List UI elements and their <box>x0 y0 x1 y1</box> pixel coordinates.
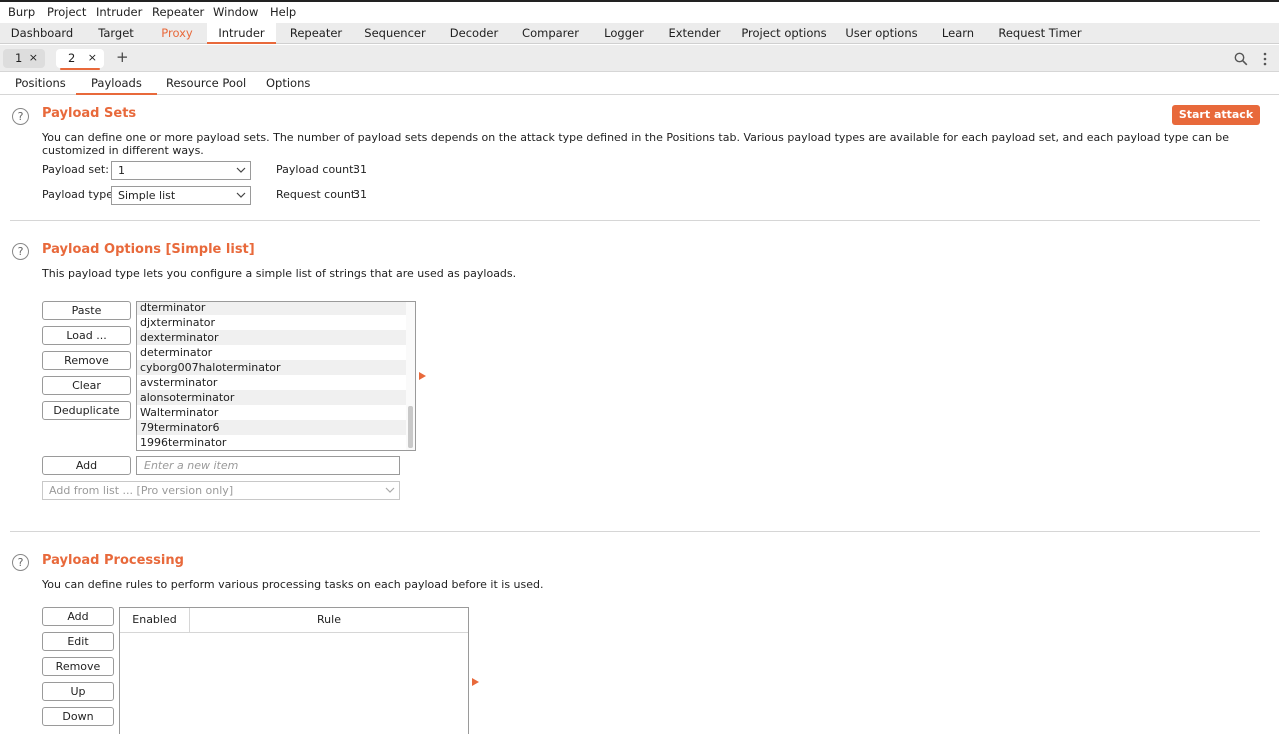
chevron-down-icon <box>236 192 246 198</box>
intruder-section-tabs: Positions Payloads Resource Pool Options <box>0 72 1279 95</box>
request-count-label: Request count: <box>276 188 359 201</box>
down-rule-button[interactable]: Down <box>42 707 114 726</box>
paste-button[interactable]: Paste <box>42 301 131 320</box>
column-header-enabled[interactable]: Enabled <box>120 608 190 633</box>
tab-comparer[interactable]: Comparer <box>520 23 581 44</box>
list-item[interactable]: 1996terminator <box>137 435 406 450</box>
chevron-down-icon <box>385 487 395 493</box>
attack-tab-label: 2 <box>68 51 76 65</box>
tab-dashboard[interactable]: Dashboard <box>4 23 80 44</box>
intruder-attack-tabs: 1 × 2 × + <box>0 45 1279 72</box>
main-tabs: Dashboard Target Proxy Intruder Repeater… <box>0 23 1279 45</box>
menu-project[interactable]: Project <box>47 5 86 19</box>
column-header-rule[interactable]: Rule <box>190 608 468 633</box>
tab-project-options[interactable]: Project options <box>741 23 827 44</box>
tab-resource-pool[interactable]: Resource Pool <box>166 76 246 90</box>
payload-list[interactable]: dterminator djxterminator dexterminator … <box>136 301 416 451</box>
menu-window[interactable]: Window <box>213 5 258 19</box>
list-item[interactable]: dterminator <box>137 302 406 315</box>
list-item[interactable]: dexterminator <box>137 330 406 345</box>
add-item-button[interactable]: Add <box>42 456 131 475</box>
list-item[interactable]: alonsoterminator <box>137 390 406 405</box>
tab-positions[interactable]: Positions <box>15 76 66 90</box>
up-rule-button[interactable]: Up <box>42 682 114 701</box>
payload-options-title: Payload Options [Simple list] <box>42 242 255 257</box>
payload-type-select[interactable]: Simple list <box>111 186 251 205</box>
tab-target[interactable]: Target <box>92 23 140 44</box>
payload-type-label: Payload type: <box>42 188 117 201</box>
list-item[interactable]: 79terminator6 <box>137 420 406 435</box>
help-icon[interactable]: ? <box>12 108 29 125</box>
arrow-right-icon <box>419 372 426 380</box>
scrollbar-thumb[interactable] <box>408 406 413 448</box>
menu-intruder[interactable]: Intruder <box>96 5 142 19</box>
payload-type-value: Simple list <box>118 189 176 202</box>
payload-sets-title: Payload Sets <box>42 106 137 121</box>
remove-rule-button[interactable]: Remove <box>42 657 114 676</box>
search-icon[interactable] <box>1234 52 1248 66</box>
more-icon[interactable] <box>1262 52 1268 66</box>
tab-learn[interactable]: Learn <box>937 23 979 44</box>
close-icon[interactable]: × <box>88 49 97 67</box>
attack-tab-1[interactable]: 1 × <box>3 49 45 68</box>
attack-tab-label: 1 <box>15 51 23 65</box>
active-tab-indicator <box>60 68 100 70</box>
clear-button[interactable]: Clear <box>42 376 131 395</box>
tab-repeater[interactable]: Repeater <box>286 23 346 44</box>
new-item-input[interactable]: Enter a new item <box>136 456 400 475</box>
tab-decoder[interactable]: Decoder <box>447 23 501 44</box>
menu-repeater[interactable]: Repeater <box>152 5 204 19</box>
tab-intruder[interactable]: Intruder <box>207 23 276 45</box>
divider <box>10 220 1260 221</box>
tab-payloads[interactable]: Payloads <box>76 76 157 95</box>
load-button[interactable]: Load ... <box>42 326 131 345</box>
list-item[interactable]: cyborg007haloterminator <box>137 360 406 375</box>
tab-proxy[interactable]: Proxy <box>155 23 199 44</box>
payload-count-label: Payload count: <box>276 163 358 176</box>
arrow-right-icon <box>472 678 479 686</box>
help-icon[interactable]: ? <box>12 554 29 571</box>
add-tab-icon[interactable]: + <box>116 48 129 66</box>
start-attack-button[interactable]: Start attack <box>1172 105 1260 125</box>
tab-request-timer[interactable]: Request Timer <box>998 23 1082 44</box>
payload-processing-title: Payload Processing <box>42 553 184 568</box>
payload-set-select[interactable]: 1 <box>111 161 251 180</box>
close-icon[interactable]: × <box>29 49 38 67</box>
tab-extender[interactable]: Extender <box>667 23 722 44</box>
add-from-list-select[interactable]: Add from list ... [Pro version only] <box>42 481 400 500</box>
payload-count-value: 31 <box>353 163 367 176</box>
menu-bar: Burp Project Intruder Repeater Window He… <box>0 0 1279 23</box>
menu-help[interactable]: Help <box>270 5 296 19</box>
edit-rule-button[interactable]: Edit <box>42 632 114 651</box>
add-rule-button[interactable]: Add <box>42 607 114 626</box>
tab-logger[interactable]: Logger <box>600 23 648 44</box>
list-item[interactable]: determinator <box>137 345 406 360</box>
request-count-value: 31 <box>353 188 367 201</box>
payload-options-description: This payload type lets you configure a s… <box>42 267 517 280</box>
payload-sets-description: You can define one or more payload sets.… <box>42 131 1230 157</box>
remove-button[interactable]: Remove <box>42 351 131 370</box>
attack-tab-2[interactable]: 2 × <box>56 49 104 70</box>
deduplicate-button[interactable]: Deduplicate <box>42 401 131 420</box>
payload-set-label: Payload set: <box>42 163 109 176</box>
tab-user-options[interactable]: User options <box>845 23 918 44</box>
list-item[interactable]: avsterminator <box>137 375 406 390</box>
list-item[interactable]: djxterminator <box>137 315 406 330</box>
menu-burp[interactable]: Burp <box>8 5 35 19</box>
add-from-list-value: Add from list ... [Pro version only] <box>49 484 234 497</box>
help-icon[interactable]: ? <box>12 243 29 260</box>
tab-sequencer[interactable]: Sequencer <box>363 23 427 44</box>
payload-set-value: 1 <box>118 164 125 177</box>
chevron-down-icon <box>236 167 246 173</box>
processing-rules-table[interactable]: Enabled Rule <box>119 607 469 734</box>
list-item[interactable]: Walterminator <box>137 405 406 420</box>
tab-options[interactable]: Options <box>266 76 310 90</box>
payload-processing-description: You can define rules to perform various … <box>42 578 544 591</box>
divider <box>10 531 1260 532</box>
